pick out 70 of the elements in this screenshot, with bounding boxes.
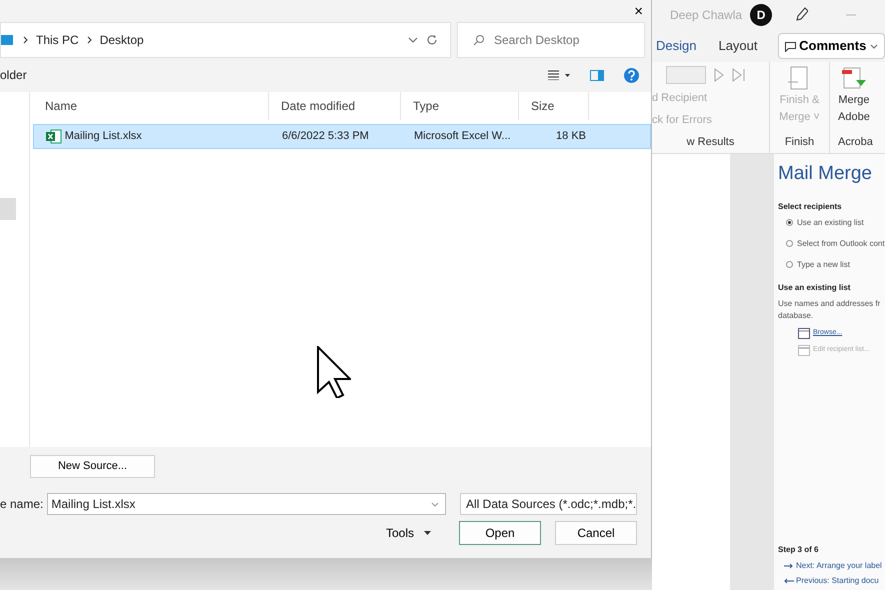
section-heading: Use an existing list xyxy=(778,282,852,294)
tools-button[interactable]: Tools xyxy=(380,521,437,545)
table-icon xyxy=(798,328,810,338)
caret-icon xyxy=(424,531,431,535)
next-record-icon[interactable] xyxy=(714,68,724,82)
breadcrumb-item[interactable]: Desktop xyxy=(100,31,144,49)
file-size: 18 KB xyxy=(555,129,587,144)
chevron-right-icon xyxy=(23,36,28,44)
chevron-down-icon xyxy=(431,502,439,506)
help-icon[interactable] xyxy=(624,68,639,82)
mouse-pointer-icon xyxy=(317,346,351,398)
comments-button[interactable]: Comments xyxy=(778,33,885,59)
new-source-button[interactable]: New Source... xyxy=(30,454,155,478)
column-header[interactable]: Name xyxy=(33,92,269,120)
view-menu-icon[interactable] xyxy=(548,70,570,80)
group-label: w Results xyxy=(686,134,736,150)
option-label: Use an existing list xyxy=(797,216,864,228)
pen-icon[interactable] xyxy=(794,7,808,23)
record-number-field[interactable] xyxy=(666,66,706,84)
chevron-down-icon xyxy=(870,44,878,50)
avatar[interactable]: D xyxy=(750,4,772,26)
arrow-right-icon xyxy=(784,563,794,569)
user-name: Deep Chawla xyxy=(670,7,742,24)
chevron-right-icon xyxy=(86,36,92,44)
computer-icon xyxy=(1,34,15,46)
minimize-icon[interactable] xyxy=(846,14,856,16)
pane-title: Mail Merge xyxy=(778,162,873,186)
arrow-left-icon xyxy=(784,578,794,584)
open-button[interactable]: Open xyxy=(459,521,541,545)
comment-icon xyxy=(784,42,796,52)
preview-pane-icon[interactable] xyxy=(590,70,604,80)
last-record-icon[interactable] xyxy=(732,68,746,82)
cancel-button[interactable]: Cancel xyxy=(555,521,637,545)
file-row[interactable]: Mailing List.xlsx 6/6/2022 5:33 PM Microsoft Excel W... 18 KB xyxy=(33,124,651,149)
description-text: Use names and addresses fr database. xyxy=(778,298,882,322)
merge-to-adobe-button[interactable]: Merge Adobe xyxy=(838,66,870,125)
file-name: Mailing List.xlsx xyxy=(64,129,142,144)
file-name-label: e name: xyxy=(0,496,44,513)
option-label: Type a new list xyxy=(797,258,850,270)
file-date: 6/6/2022 5:33 PM xyxy=(281,129,370,144)
search-field[interactable]: Search Desktop xyxy=(457,22,645,58)
column-header[interactable]: Size xyxy=(519,92,589,120)
step-label: Step 3 of 6 xyxy=(778,544,820,556)
radio-option[interactable]: Use an existing list xyxy=(786,216,885,228)
breadcrumb-item[interactable]: This PC xyxy=(36,31,79,49)
chevron-down-icon[interactable] xyxy=(408,37,418,43)
column-header[interactable]: Date modified xyxy=(269,92,401,120)
search-icon xyxy=(473,34,485,46)
ribbon-tab[interactable]: Design xyxy=(656,36,696,56)
address-bar[interactable]: This PC Desktop xyxy=(0,22,451,58)
refresh-icon[interactable] xyxy=(426,34,438,46)
new-folder-button[interactable]: older xyxy=(0,66,27,84)
next-step-link[interactable]: Next: Arrange your label xyxy=(784,560,885,572)
edit-list-icon xyxy=(798,344,810,356)
section-heading: Select recipients xyxy=(778,200,843,212)
radio-option[interactable]: Type a new list xyxy=(786,258,885,270)
close-button[interactable]: × xyxy=(626,0,651,22)
file-type: Microsoft Excel W... xyxy=(413,129,512,144)
previous-step-link[interactable]: Previous: Starting docu xyxy=(784,575,885,587)
spreadsheet-icon xyxy=(46,129,62,144)
group-label: Acroba xyxy=(838,134,873,150)
document-icon xyxy=(788,66,810,92)
column-header[interactable]: Type xyxy=(401,92,519,120)
radio-button[interactable] xyxy=(786,240,793,247)
radio-button[interactable] xyxy=(786,219,793,226)
radio-button[interactable] xyxy=(786,261,793,268)
group-label: Finish xyxy=(784,134,814,150)
file-name-field[interactable]: Mailing List.xlsx xyxy=(47,493,446,515)
ribbon-tab[interactable]: Layout xyxy=(718,36,758,56)
file-type-dropdown[interactable]: All Data Sources (*.odc;*.mdb;*. xyxy=(460,493,637,515)
